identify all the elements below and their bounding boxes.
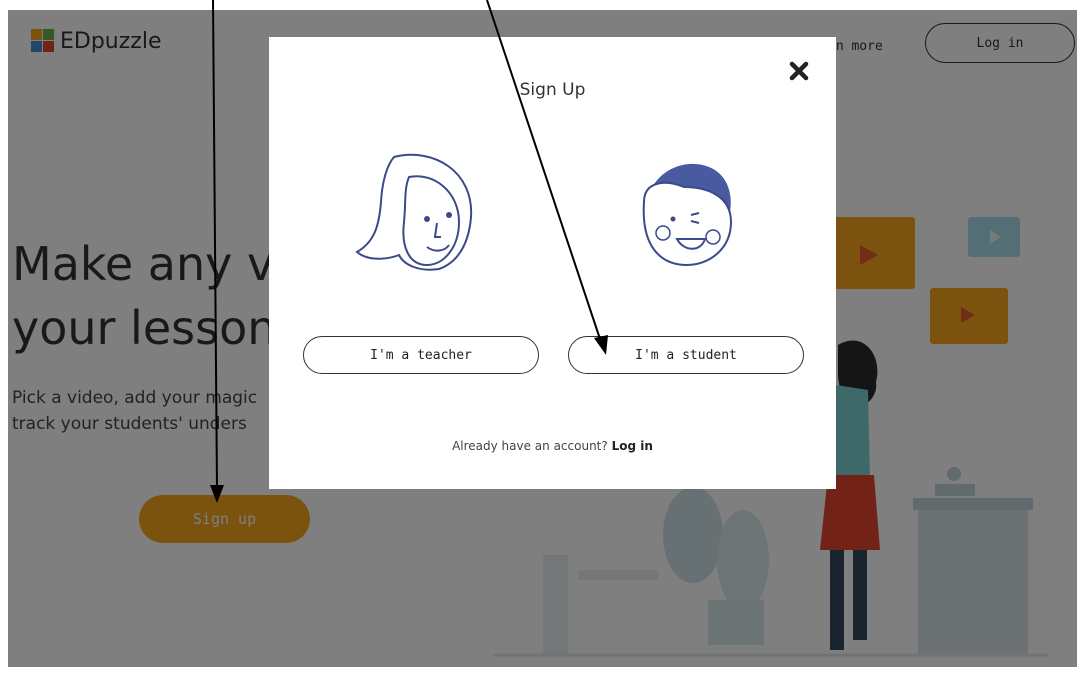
student-signup-button[interactable]: I'm a student <box>568 336 804 374</box>
student-face-icon <box>642 163 733 267</box>
modal-title: Sign Up <box>519 80 586 100</box>
already-have-account-text: Already have an account? Log in <box>269 439 836 453</box>
close-icon <box>789 61 809 81</box>
close-button[interactable] <box>785 57 813 85</box>
already-have-account-label: Already have an account? <box>452 439 608 453</box>
page: EDpuzzle rn more Log in Make any vi your… <box>8 10 1077 667</box>
signup-modal: Sign Up I'm a teacher I'm a student Alre… <box>269 37 836 489</box>
modal-login-link[interactable]: Log in <box>612 439 653 453</box>
teacher-signup-button[interactable]: I'm a teacher <box>303 336 539 374</box>
teacher-face-icon <box>355 153 473 271</box>
